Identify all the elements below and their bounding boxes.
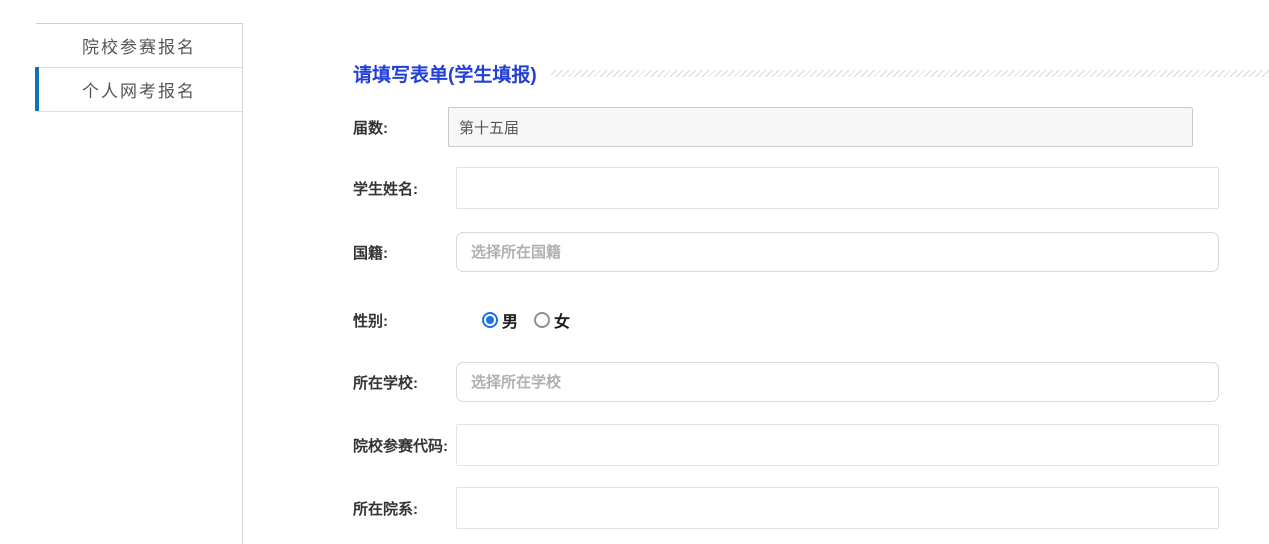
session-label: 届数: <box>353 117 456 138</box>
session-input <box>448 107 1193 147</box>
radio-male-icon[interactable] <box>482 312 498 328</box>
school-label: 所在学校: <box>353 372 456 393</box>
sidebar-item-label: 院校参赛报名 <box>82 33 196 58</box>
sidebar: 院校参赛报名 个人网考报名 <box>36 23 242 112</box>
female-label: 女 <box>554 308 570 332</box>
sidebar-item-institution-registration[interactable]: 院校参赛报名 <box>36 24 242 68</box>
field-row-department: 所在院系: <box>353 487 1269 529</box>
field-row-nationality: 国籍: <box>353 232 1269 272</box>
title-hatch-decoration <box>551 70 1269 77</box>
department-input[interactable] <box>456 487 1219 529</box>
institution-code-input[interactable] <box>456 424 1219 466</box>
gender-option-female[interactable]: 女 <box>534 308 570 332</box>
student-name-label: 学生姓名: <box>353 178 456 199</box>
male-label: 男 <box>502 308 518 332</box>
form-title: 请填写表单(学生填报) <box>353 60 537 87</box>
department-label: 所在院系: <box>353 498 456 519</box>
sidebar-item-label: 个人网考报名 <box>82 77 196 102</box>
gender-option-male[interactable]: 男 <box>482 308 518 332</box>
form-panel: 请填写表单(学生填报) 届数: 学生姓名: 国籍: 性别: 男 <box>353 58 1269 529</box>
sidebar-divider <box>242 23 243 544</box>
sidebar-item-personal-exam-registration[interactable]: 个人网考报名 <box>36 68 242 112</box>
registration-page: 院校参赛报名 个人网考报名 请填写表单(学生填报) 届数: 学生姓名: 国籍: <box>0 0 1269 544</box>
field-row-school: 所在学校: <box>353 362 1269 402</box>
field-row-institution-code: 院校参赛代码: <box>353 424 1269 466</box>
school-select[interactable] <box>456 362 1219 402</box>
nationality-select[interactable] <box>456 232 1219 272</box>
institution-code-label: 院校参赛代码: <box>353 435 456 456</box>
radio-female-icon[interactable] <box>534 312 550 328</box>
gender-radio-group: 男 女 <box>456 308 586 332</box>
form-title-row: 请填写表单(学生填报) <box>353 58 1269 88</box>
field-row-session: 届数: <box>353 107 1269 147</box>
field-row-gender: 性别: 男 女 <box>353 300 1269 340</box>
nationality-label: 国籍: <box>353 242 456 263</box>
field-row-student-name: 学生姓名: <box>353 167 1269 209</box>
student-name-input[interactable] <box>456 167 1219 209</box>
gender-label: 性别: <box>353 310 456 331</box>
